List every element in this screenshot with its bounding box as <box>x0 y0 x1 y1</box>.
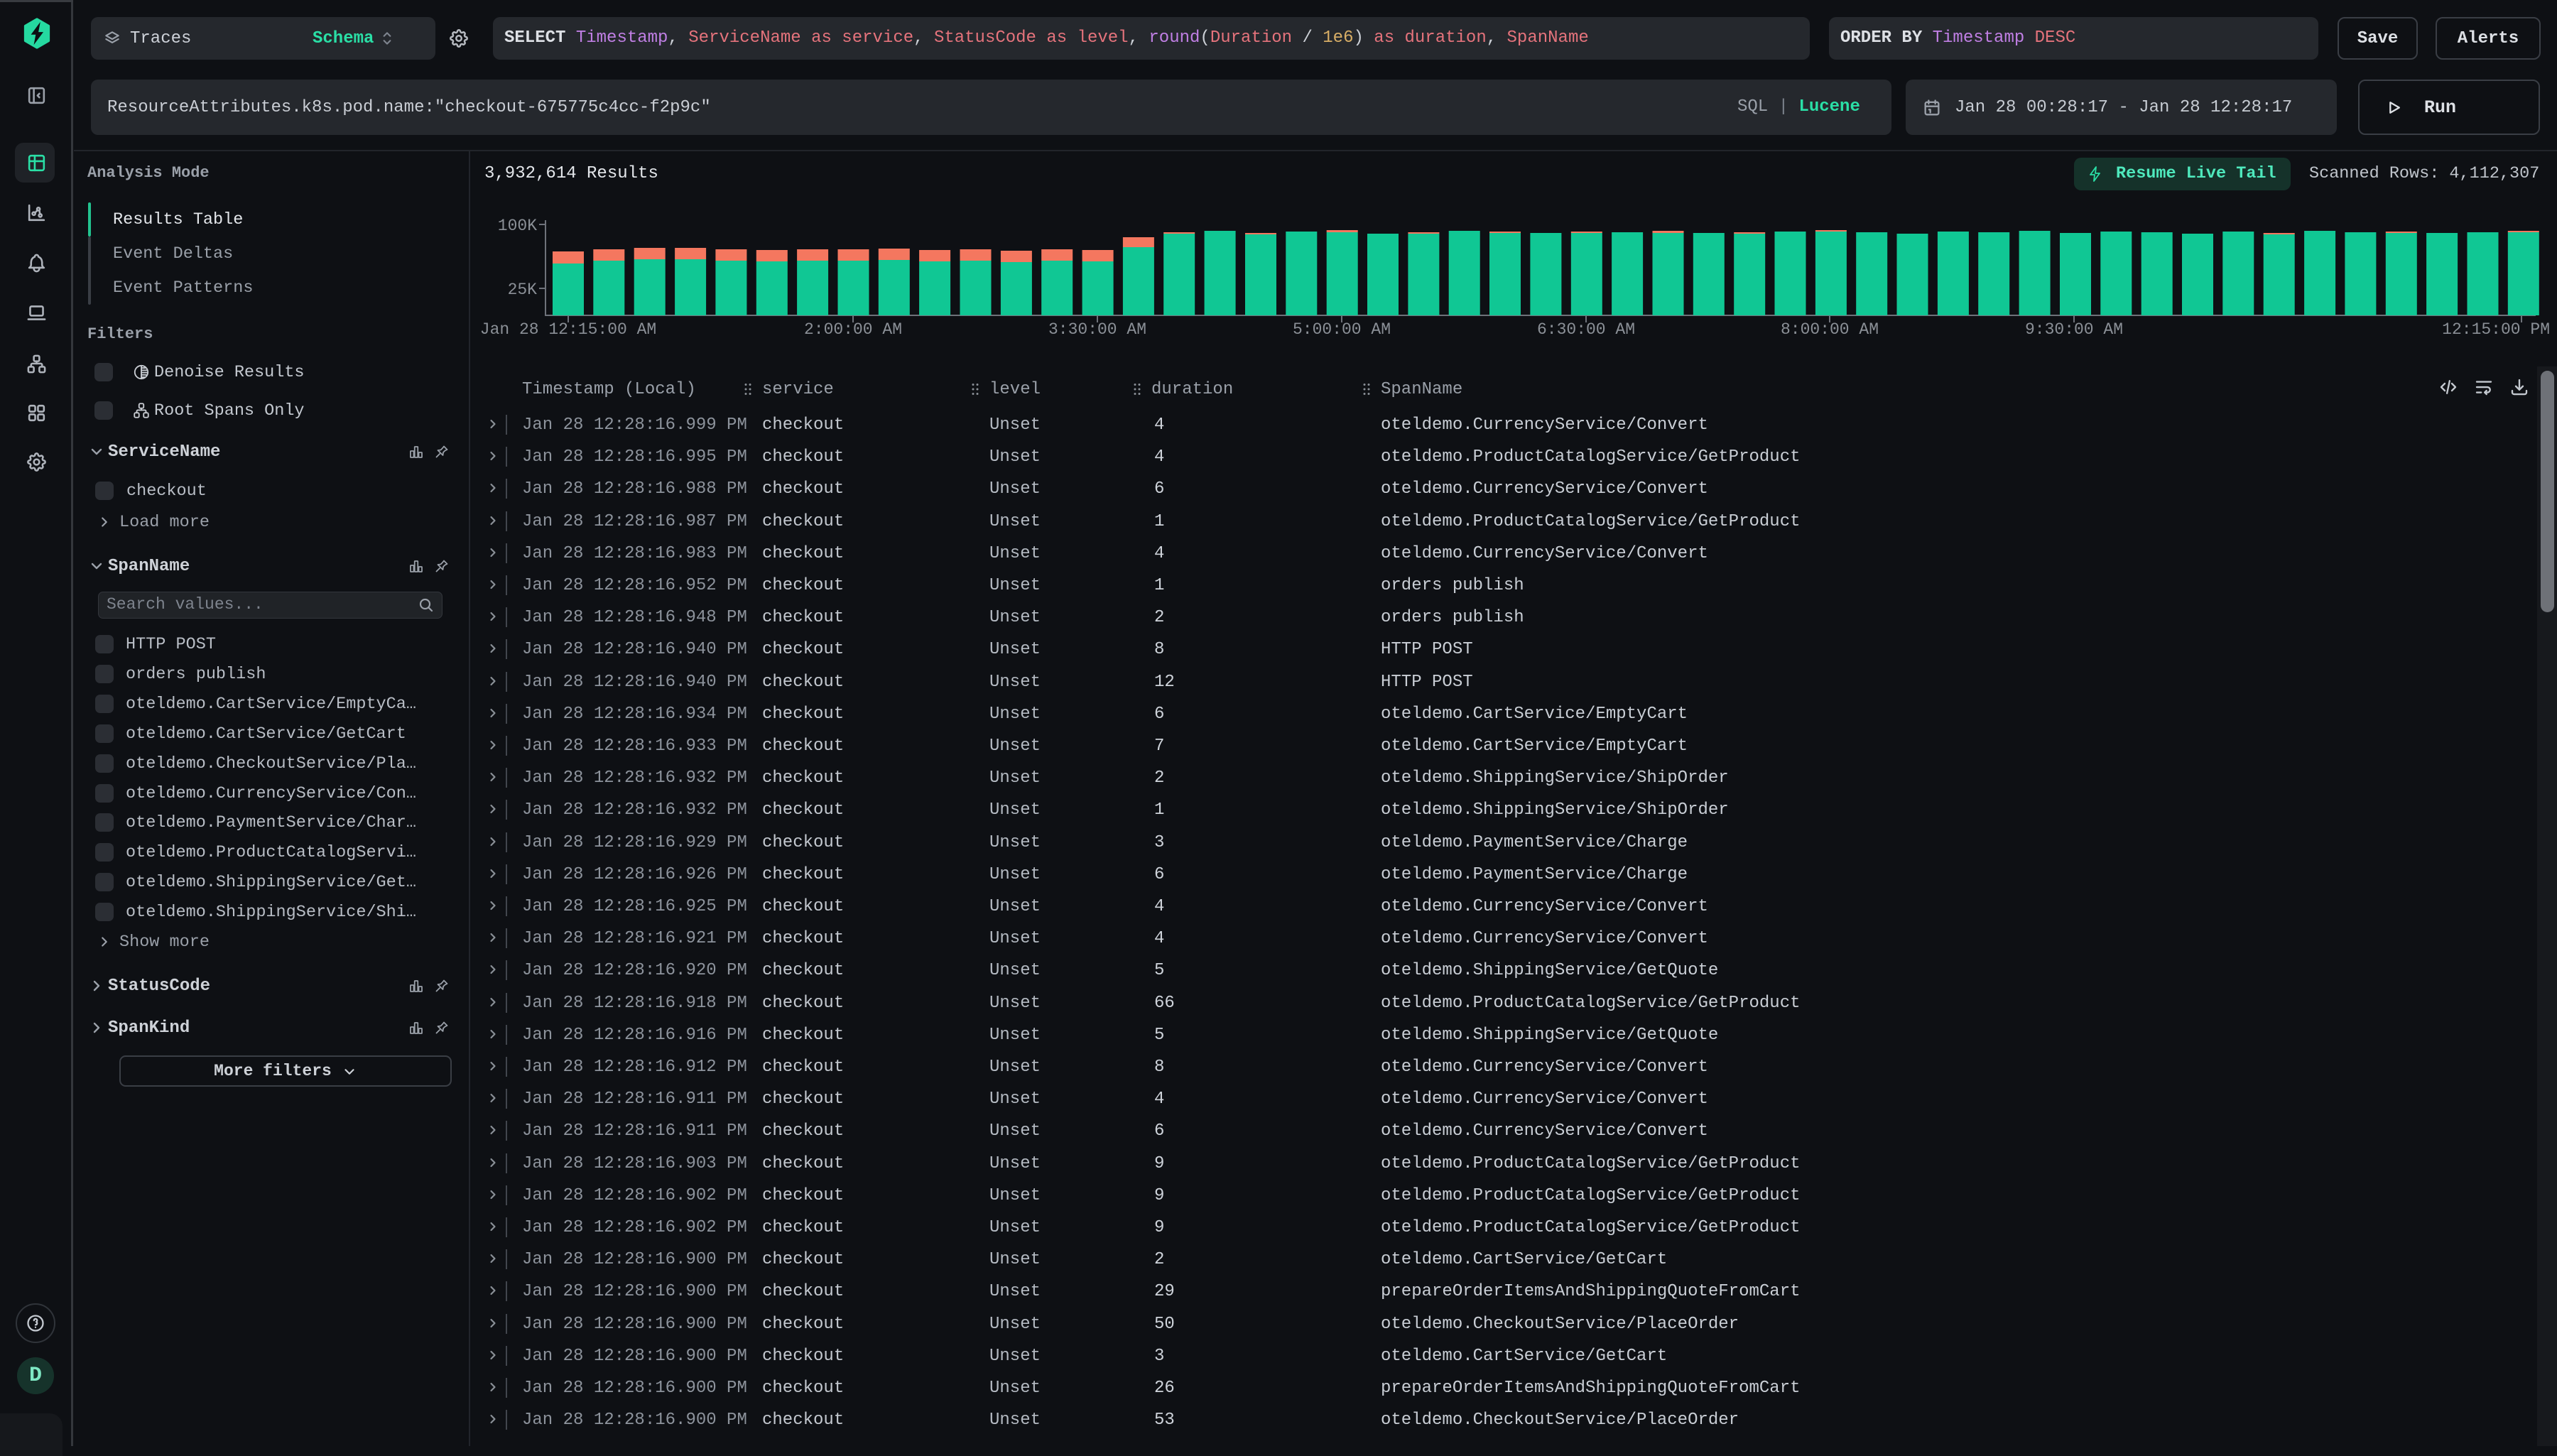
svg-text:25K: 25K <box>508 281 538 299</box>
svg-text:5:00:00 AM: 5:00:00 AM <box>1293 320 1391 339</box>
svg-text:12:15:00 PM: 12:15:00 PM <box>2442 320 2550 339</box>
svg-text:8:00:00 AM: 8:00:00 AM <box>1781 320 1879 339</box>
svg-text:100K: 100K <box>498 217 537 235</box>
svg-text:9:30:00 AM: 9:30:00 AM <box>2025 320 2123 339</box>
svg-text:3:30:00 AM: 3:30:00 AM <box>1048 320 1146 339</box>
svg-text:2:00:00 AM: 2:00:00 AM <box>804 320 902 339</box>
svg-text:Jan 28 12:15:00 AM: Jan 28 12:15:00 AM <box>480 320 656 339</box>
svg-text:6:30:00 AM: 6:30:00 AM <box>1537 320 1635 339</box>
